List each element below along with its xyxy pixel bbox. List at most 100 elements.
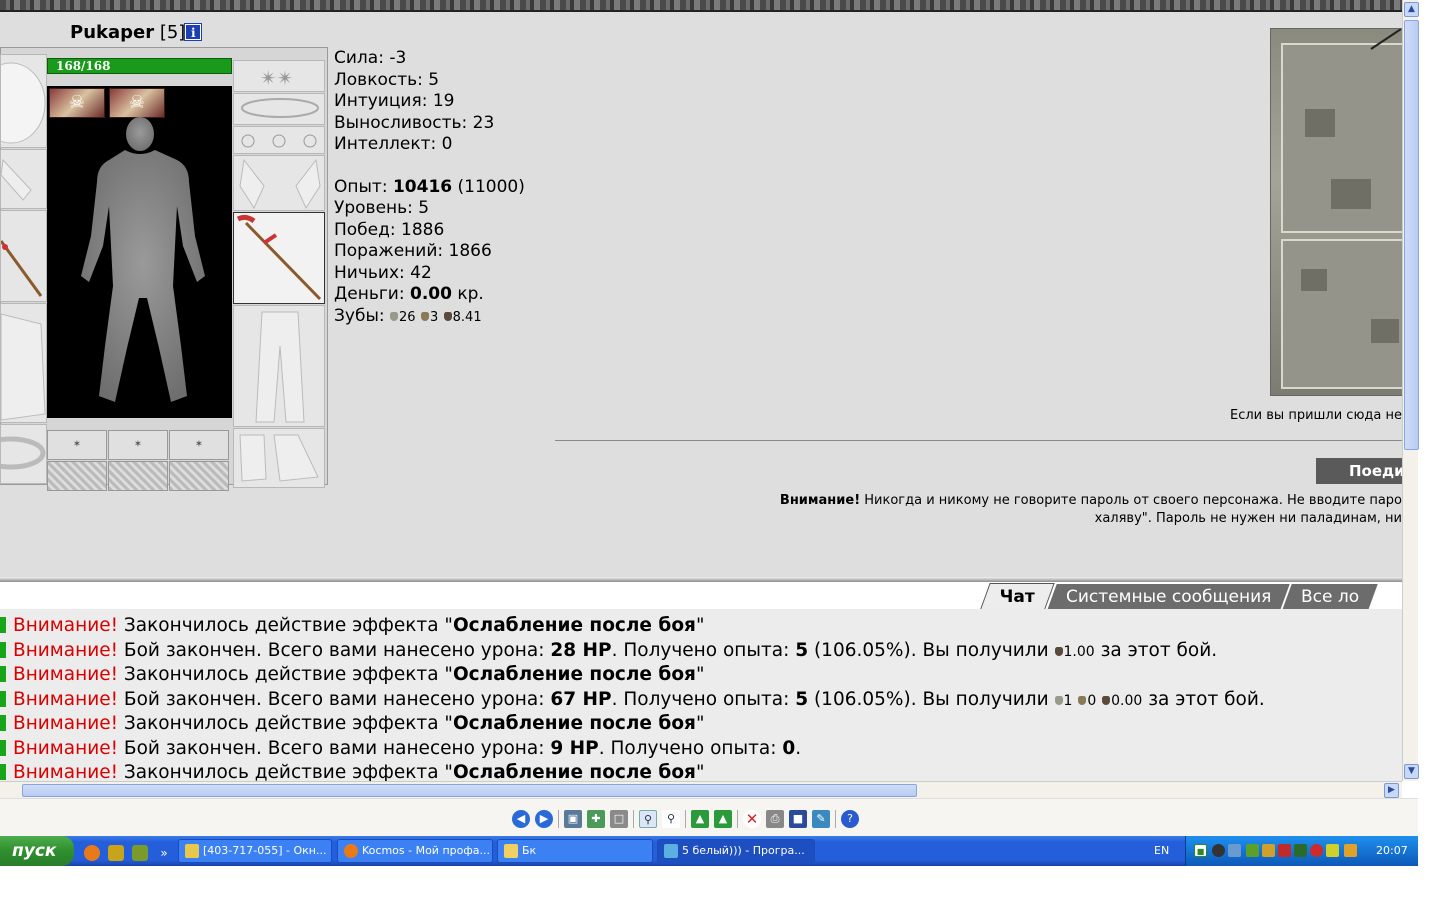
location-map-image[interactable]: [1270, 28, 1402, 396]
window-icon: [185, 844, 199, 858]
bracers-slot[interactable]: [0, 149, 47, 209]
zoom-out-icon[interactable]: ⚲: [662, 809, 680, 828]
rotate-counterclockwise-icon[interactable]: ▲: [714, 809, 732, 828]
print-icon[interactable]: ⎙: [766, 809, 784, 828]
save-icon[interactable]: ■: [789, 809, 807, 828]
task-window-4[interactable]: 5 белый))) - Програ...: [657, 839, 815, 863]
stat-level: Уровень: 5: [334, 198, 430, 218]
chat-message: Внимание! Закончилось действие эффекта "…: [0, 712, 704, 736]
time-stamp[interactable]: [0, 617, 6, 633]
start-button[interactable]: пуск: [0, 836, 74, 866]
earrings-slot[interactable]: ✴✴: [233, 60, 325, 92]
gloves-slot[interactable]: [233, 155, 325, 211]
best-fit-icon[interactable]: ▣: [564, 809, 582, 828]
block-icon[interactable]: [1212, 844, 1225, 857]
tab-all-logs[interactable]: Все ло: [1282, 584, 1379, 610]
weapon-right-slot[interactable]: [233, 212, 325, 304]
edit-icon[interactable]: ✎: [812, 809, 830, 828]
belt-slot[interactable]: [0, 424, 47, 484]
delete-icon[interactable]: ✕: [743, 809, 761, 828]
windows-taskbar: пуск » [403-717-055] - Окн... Kocmos - М…: [0, 836, 1418, 866]
helmet-slot[interactable]: [0, 54, 47, 148]
clock[interactable]: 20:07: [1376, 844, 1408, 857]
help-icon[interactable]: ?: [841, 809, 859, 828]
previous-image-icon[interactable]: ◀: [512, 809, 530, 828]
next-image-icon[interactable]: ▶: [535, 809, 553, 828]
antivirus-icon[interactable]: [1278, 844, 1291, 857]
network-icon[interactable]: [108, 844, 124, 861]
belt-icon: [1, 436, 46, 470]
time-stamp[interactable]: [0, 715, 6, 731]
chat-divider[interactable]: [0, 577, 1402, 582]
volume-icon[interactable]: [1262, 844, 1275, 857]
stat-teeth: Зубы: 26 3 8.41: [334, 305, 482, 326]
scroll-right-arrow-icon[interactable]: ▶: [1384, 783, 1399, 798]
language-indicator[interactable]: EN: [1154, 844, 1169, 857]
horizontal-scroll-thumb[interactable]: [22, 784, 917, 797]
stat-money: Деньги: 0.00 кр.: [334, 284, 484, 304]
nvidia-icon[interactable]: [1246, 844, 1259, 857]
bracers-icon: [1, 158, 32, 201]
amulet-slot[interactable]: [233, 93, 325, 125]
character-avatar[interactable]: ☠ ☠: [47, 86, 232, 418]
info-icon[interactable]: i: [184, 23, 203, 41]
character-page: Pukaper [5] i 168/168 ☠ ☠ ✶ ✶ ✶ ✴✴ Сила:…: [0, 12, 1402, 578]
character-stats: Сила: -3 Ловкость: 5 Интуиция: 19 Выносл…: [334, 48, 525, 328]
image-viewer-icon: [664, 844, 678, 858]
rune-slot-1[interactable]: [47, 461, 107, 491]
ring-slot-1[interactable]: ✶: [47, 430, 107, 460]
monitor-icon[interactable]: [1294, 844, 1307, 857]
tab-system-messages[interactable]: Системные сообщения: [1047, 584, 1291, 610]
legs-slot[interactable]: [233, 305, 325, 427]
flash-icon[interactable]: [1310, 844, 1323, 857]
chat-message: Внимание! Закончилось действие эффекта "…: [0, 761, 704, 781]
body-silhouette-icon: [81, 117, 205, 402]
firefox-icon[interactable]: [84, 844, 100, 861]
stat-endurance: Выносливость: 23: [334, 112, 495, 133]
time-stamp[interactable]: [0, 641, 6, 658]
tooth-icon: [1054, 646, 1063, 656]
time-stamp[interactable]: [0, 690, 6, 707]
power-icon[interactable]: [1344, 844, 1357, 857]
rings-slot[interactable]: [233, 126, 325, 154]
tool-icon[interactable]: [132, 844, 148, 861]
update-icon[interactable]: [1326, 844, 1339, 857]
warning-label: Внимание!: [13, 664, 119, 685]
ring-slot-3[interactable]: ✶: [169, 430, 229, 460]
stat-strength: Сила: -3: [334, 48, 407, 68]
slideshow-icon[interactable]: □: [610, 809, 628, 828]
rune-slot-2[interactable]: [108, 461, 168, 491]
time-stamp[interactable]: [0, 764, 6, 780]
ring-slot-2[interactable]: ✶: [108, 430, 168, 460]
divider: [555, 440, 1402, 441]
scroll-down-arrow-icon[interactable]: ▼: [1404, 764, 1419, 779]
time-stamp[interactable]: [0, 666, 6, 682]
vertical-scroll-thumb[interactable]: [1404, 20, 1419, 450]
chevron-right-icon[interactable]: »: [156, 845, 172, 861]
network-tray-icon[interactable]: [1228, 844, 1241, 857]
horizontal-scrollbar[interactable]: ▶: [0, 781, 1402, 798]
weapon-left-slot[interactable]: [0, 210, 47, 302]
rune-slot-3[interactable]: [169, 461, 229, 491]
chat-message: Внимание! Бой закончен. Всего вами нанес…: [0, 737, 801, 761]
boots-slot[interactable]: [233, 428, 325, 488]
amulet-icon: [241, 98, 319, 118]
time-stamp[interactable]: [0, 739, 6, 756]
hp-value: 168/168: [56, 59, 111, 73]
character-nickname[interactable]: Pukaper: [70, 22, 154, 43]
task-window-1[interactable]: [403-717-055] - Окн...: [178, 839, 332, 863]
task-window-2[interactable]: Kocmos - Мой профа...: [337, 839, 493, 863]
rotate-clockwise-icon[interactable]: ▲: [691, 809, 709, 828]
weapon-left-icon: [1, 240, 43, 297]
actual-size-icon[interactable]: ✚: [587, 809, 605, 828]
task-window-3[interactable]: Бк: [497, 839, 653, 863]
zoom-in-icon[interactable]: ⚲: [639, 809, 657, 828]
location-note: Если вы пришли сюда не: [1230, 408, 1402, 423]
tab-chat[interactable]: Чат: [980, 583, 1055, 609]
equipment-panel: 168/168 ☠ ☠ ✶ ✶ ✶ ✴✴: [0, 47, 328, 491]
enter-button[interactable]: Поеди: [1316, 458, 1402, 484]
scroll-up-arrow-icon[interactable]: ▲: [1404, 2, 1419, 17]
armor-slot[interactable]: [0, 303, 47, 423]
vertical-scrollbar[interactable]: ▲ ▼: [1402, 0, 1419, 781]
tray-icon[interactable]: ■: [1194, 844, 1207, 857]
